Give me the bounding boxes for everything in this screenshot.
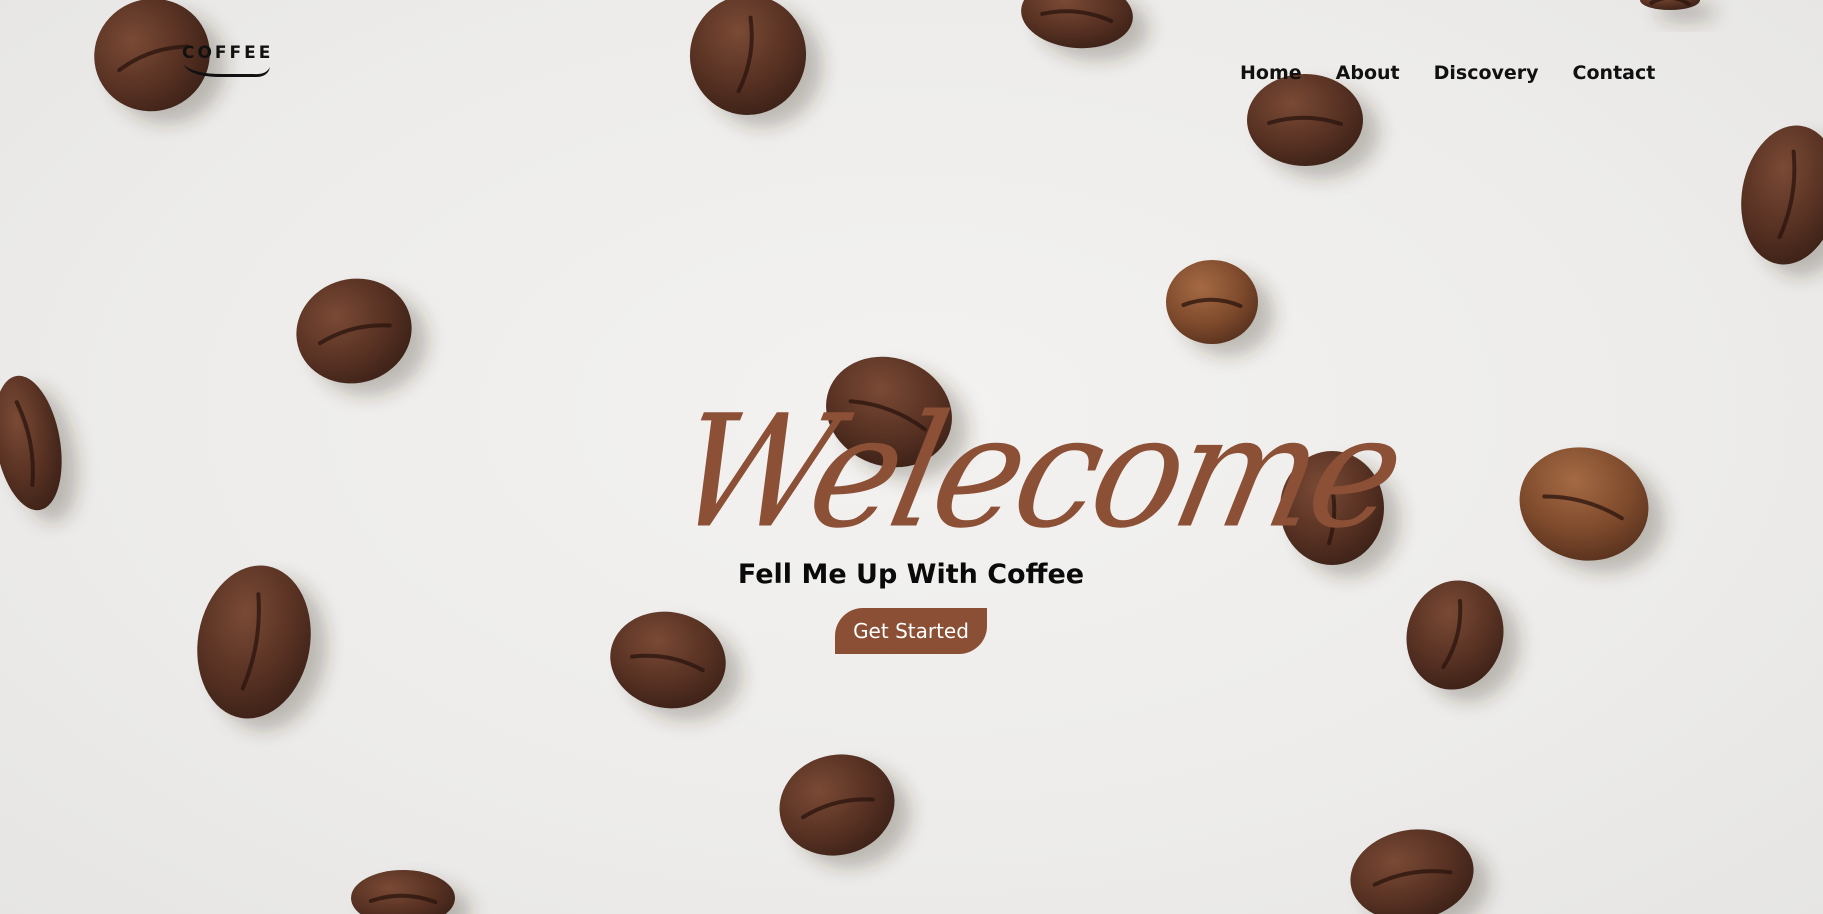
coffee-bean-icon [1021,0,1149,61]
coffee-bean-icon [779,754,911,868]
logo-text: COFFEE [182,43,274,63]
logo[interactable]: COFFEE [182,43,272,83]
coffee-bean-icon [1247,74,1379,178]
nav-discovery[interactable]: Discovery [1434,60,1539,86]
coffee-bean-icon [1519,447,1665,573]
coffee-bean-icon [1406,580,1520,702]
coffee-bean-icon [0,375,78,523]
nav-home[interactable]: Home [1240,60,1302,86]
coffee-bean-icon [296,278,428,396]
coffee-bean-icon [351,870,471,914]
coffee-bean-icon [1350,829,1490,914]
hero-section: COFFEE Home About Discovery Contact Wele… [0,0,1823,914]
nav-about[interactable]: About [1336,60,1400,86]
coffee-bean-icon [1741,125,1823,277]
welcome-heading: Welecome [660,381,1414,563]
coffee-bean-icon [689,0,823,127]
coffee-bean-icon [1640,0,1716,22]
get-started-button[interactable]: Get Started [835,608,987,654]
main-nav: Home About Discovery Contact [1240,60,1689,86]
coffee-bean-icon [610,611,742,721]
nav-contact[interactable]: Contact [1573,60,1656,86]
logo-swoosh-icon [184,65,270,77]
hero-tagline: Fell Me Up With Coffee [737,559,1085,590]
coffee-bean-icon [197,565,327,731]
coffee-bean-icon [1166,260,1274,356]
